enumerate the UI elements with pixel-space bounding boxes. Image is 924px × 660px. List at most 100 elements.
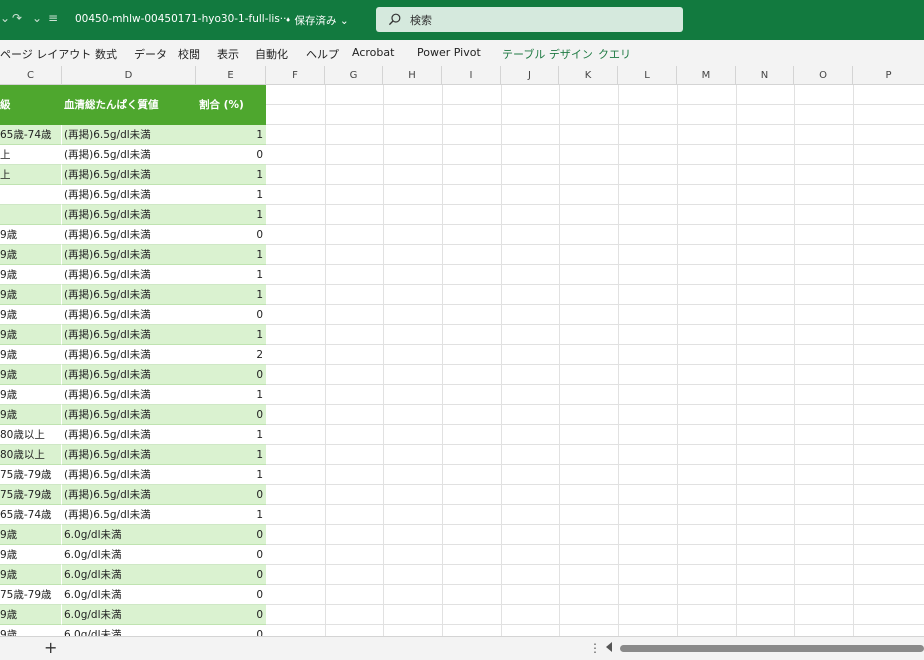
cell-d[interactable]: (再掲)6.5g/dl未満 (62, 465, 196, 485)
cell-c[interactable] (0, 185, 62, 205)
cell-d[interactable]: 6.0g/dl未満 (62, 585, 196, 605)
cell-d[interactable]: (再掲)6.5g/dl未満 (62, 245, 196, 265)
cell-d[interactable]: 6.0g/dl未満 (62, 605, 196, 625)
cell-e[interactable]: 1 (196, 465, 266, 485)
column-header-h[interactable]: H (383, 66, 442, 85)
cell-e[interactable]: 1 (196, 425, 266, 445)
cell-e[interactable]: 1 (196, 285, 266, 305)
cell-c[interactable]: 9歳 (0, 325, 62, 345)
cell-e[interactable]: 0 (196, 625, 266, 636)
spreadsheet-grid[interactable]: 級 血清総たんぱく質値 割合 (%) 65歳-74歳 (再掲)6.5g/dl未満 1… (0, 85, 924, 636)
cell-c[interactable]: 9歳 (0, 225, 62, 245)
cell-e[interactable]: 1 (196, 385, 266, 405)
cell-d[interactable]: (再掲)6.5g/dl未満 (62, 185, 196, 205)
column-header-j[interactable]: J (501, 66, 559, 85)
cell-c[interactable]: 上 (0, 145, 62, 165)
cell-c[interactable]: 9歳 (0, 265, 62, 285)
tab-page-layout[interactable]: ページ レイアウト (0, 46, 91, 62)
cell-e[interactable]: 1 (196, 125, 266, 145)
cell-c[interactable]: 9歳 (0, 405, 62, 425)
header-cell-c[interactable]: 級 (0, 97, 11, 112)
cell-c[interactable]: 9歳 (0, 305, 62, 325)
column-header-g[interactable]: G (325, 66, 383, 85)
cell-d[interactable]: 6.0g/dl未満 (62, 525, 196, 545)
save-status[interactable]: • 保存済み ⌄ (285, 13, 349, 28)
tab-help[interactable]: ヘルプ (306, 46, 339, 62)
cell-c[interactable] (0, 205, 62, 225)
cell-d[interactable]: (再掲)6.5g/dl未満 (62, 325, 196, 345)
scroll-left-icon[interactable] (606, 642, 612, 652)
cell-d[interactable]: (再掲)6.5g/dl未満 (62, 265, 196, 285)
cell-e[interactable]: 0 (196, 585, 266, 605)
cell-c[interactable]: 9歳 (0, 365, 62, 385)
tab-query[interactable]: クエリ (598, 46, 631, 62)
tab-view[interactable]: 表示 (217, 46, 239, 62)
cell-d[interactable]: (再掲)6.5g/dl未満 (62, 505, 196, 525)
cell-d[interactable]: (再掲)6.5g/dl未満 (62, 165, 196, 185)
tab-review[interactable]: 校閲 (178, 46, 200, 62)
cell-c[interactable]: 9歳 (0, 625, 62, 636)
cell-d[interactable]: (再掲)6.5g/dl未満 (62, 345, 196, 365)
cell-c[interactable]: 9歳 (0, 385, 62, 405)
cell-c[interactable]: 65歳-74歳 (0, 125, 62, 145)
cell-e[interactable]: 0 (196, 605, 266, 625)
tab-power-pivot[interactable]: Power Pivot (417, 46, 481, 59)
cell-d[interactable]: 6.0g/dl未満 (62, 565, 196, 585)
cell-d[interactable]: 6.0g/dl未満 (62, 625, 196, 636)
cell-d[interactable]: (再掲)6.5g/dl未満 (62, 365, 196, 385)
tab-automate[interactable]: 自動化 (255, 46, 288, 62)
cell-e[interactable]: 1 (196, 505, 266, 525)
cell-d[interactable]: (再掲)6.5g/dl未満 (62, 305, 196, 325)
cell-d[interactable]: (再掲)6.5g/dl未満 (62, 485, 196, 505)
column-header-n[interactable]: N (736, 66, 794, 85)
tab-formulas[interactable]: 数式 (95, 46, 117, 62)
cell-d[interactable]: (再掲)6.5g/dl未満 (62, 125, 196, 145)
cell-c[interactable]: 9歳 (0, 345, 62, 365)
cell-d[interactable]: (再掲)6.5g/dl未満 (62, 285, 196, 305)
column-header-i[interactable]: I (442, 66, 501, 85)
cell-c[interactable]: 80歳以上 (0, 425, 62, 445)
cell-e[interactable]: 1 (196, 265, 266, 285)
cell-e[interactable]: 2 (196, 345, 266, 365)
tab-table-design[interactable]: テーブル デザイン (502, 46, 593, 62)
cell-c[interactable]: 80歳以上 (0, 445, 62, 465)
cell-e[interactable]: 0 (196, 405, 266, 425)
column-header-m[interactable]: M (677, 66, 736, 85)
cell-d[interactable]: (再掲)6.5g/dl未満 (62, 205, 196, 225)
cell-e[interactable]: 0 (196, 145, 266, 165)
cell-d[interactable]: (再掲)6.5g/dl未満 (62, 405, 196, 425)
redo-dropdown-icon[interactable]: ⌄ (32, 11, 42, 25)
cell-e[interactable]: 0 (196, 565, 266, 585)
cell-c[interactable]: 9歳 (0, 565, 62, 585)
column-header-k[interactable]: K (559, 66, 618, 85)
cell-e[interactable]: 1 (196, 205, 266, 225)
cell-e[interactable]: 0 (196, 305, 266, 325)
cell-c[interactable]: 75歳-79歳 (0, 585, 62, 605)
cell-d[interactable]: (再掲)6.5g/dl未満 (62, 385, 196, 405)
column-header-f[interactable]: F (266, 66, 325, 85)
cell-c[interactable]: 65歳-74歳 (0, 505, 62, 525)
tab-data[interactable]: データ (134, 46, 167, 62)
cell-c[interactable]: 75歳-79歳 (0, 465, 62, 485)
redo-icon[interactable]: ↷ (12, 11, 22, 25)
cell-c[interactable]: 9歳 (0, 605, 62, 625)
horizontal-scrollbar[interactable] (620, 645, 924, 652)
cell-d[interactable]: 6.0g/dl未満 (62, 545, 196, 565)
undo-dropdown-icon[interactable]: ⌄ (0, 11, 10, 25)
cell-c[interactable]: 上 (0, 165, 62, 185)
cell-c[interactable]: 9歳 (0, 525, 62, 545)
column-header-c[interactable]: C (0, 66, 62, 85)
cell-e[interactable]: 1 (196, 445, 266, 465)
cell-c[interactable]: 9歳 (0, 245, 62, 265)
cell-e[interactable]: 1 (196, 185, 266, 205)
cell-c[interactable]: 9歳 (0, 285, 62, 305)
cell-c[interactable]: 75歳-79歳 (0, 485, 62, 505)
cell-e[interactable]: 0 (196, 225, 266, 245)
column-header-p[interactable]: P (853, 66, 924, 85)
customize-toolbar-icon[interactable]: ≡ (48, 11, 58, 25)
cell-d[interactable]: (再掲)6.5g/dl未満 (62, 445, 196, 465)
cell-e[interactable]: 0 (196, 365, 266, 385)
column-header-d[interactable]: D (62, 66, 196, 85)
document-title[interactable]: 00450-mhlw-00450171-hyo30-1-full-lis··· (75, 13, 290, 25)
more-options-icon[interactable]: ⋮ (589, 641, 601, 655)
